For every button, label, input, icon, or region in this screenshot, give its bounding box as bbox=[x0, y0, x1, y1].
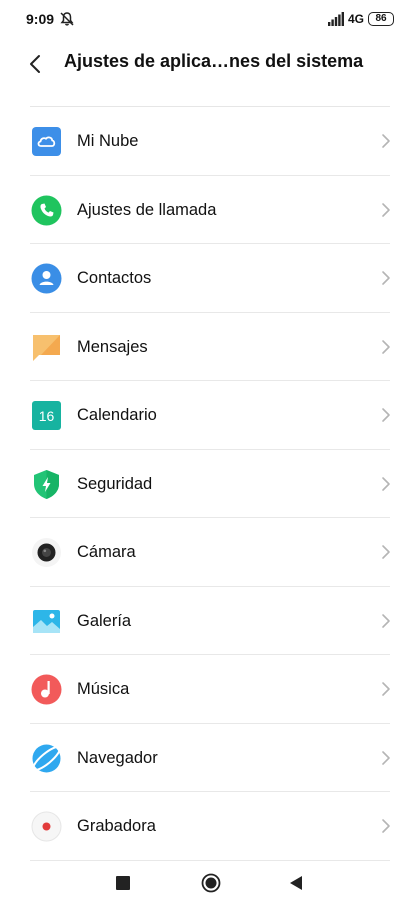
calendar-icon: 16 bbox=[32, 401, 61, 430]
gallery-icon bbox=[33, 609, 60, 633]
recent-apps-button[interactable] bbox=[116, 876, 130, 890]
status-time: 9:09 bbox=[26, 11, 55, 27]
message-icon bbox=[33, 334, 60, 361]
item-label: Mi Nube bbox=[77, 132, 139, 150]
camera-icon bbox=[32, 538, 61, 567]
signal-icon bbox=[327, 12, 344, 26]
list-item-calendar[interactable]: 16 Calendario bbox=[0, 381, 420, 450]
item-label: Mensajes bbox=[77, 337, 148, 356]
notifications-off-icon bbox=[60, 12, 74, 26]
chevron-right-icon bbox=[382, 202, 390, 217]
chevron-right-icon bbox=[382, 134, 390, 148]
music-icon bbox=[31, 674, 62, 705]
back-button[interactable] bbox=[20, 49, 50, 79]
status-indicators: 4G 86 bbox=[327, 11, 394, 27]
list-item-call-settings[interactable]: Ajustes de llamada bbox=[0, 176, 420, 245]
list-item-mi-nube[interactable]: Mi Nube bbox=[0, 107, 420, 176]
chevron-right-icon bbox=[382, 682, 390, 696]
calendar-day: 16 bbox=[39, 408, 55, 424]
navigation-bar bbox=[0, 858, 420, 910]
item-label: Seguridad bbox=[77, 474, 153, 493]
list-item-camera[interactable]: Cámara bbox=[0, 518, 420, 587]
header: Ajustes de aplica…nes del sistema bbox=[0, 40, 420, 88]
chevron-right-icon bbox=[382, 476, 390, 491]
settings-list: Mi Nube Ajustes de llamada Contactos Men… bbox=[0, 107, 420, 861]
person-icon bbox=[31, 263, 62, 294]
recorder-icon bbox=[31, 811, 62, 842]
item-label: Galería bbox=[77, 611, 132, 630]
chevron-right-icon bbox=[382, 545, 390, 559]
battery-indicator: 86 bbox=[368, 12, 394, 26]
chevron-right-icon bbox=[382, 339, 390, 354]
list-item-browser[interactable]: Navegador bbox=[0, 724, 420, 793]
nav-back-button[interactable] bbox=[288, 875, 304, 891]
item-label: Contactos bbox=[77, 269, 152, 287]
browser-icon bbox=[32, 744, 61, 772]
list-item-messages[interactable]: Mensajes bbox=[0, 313, 420, 382]
chevron-right-icon bbox=[382, 613, 390, 628]
list-item-music[interactable]: Música bbox=[0, 655, 420, 724]
list-item-gallery[interactable]: Galería bbox=[0, 587, 420, 656]
back-arrow-icon bbox=[30, 55, 40, 73]
shield-icon bbox=[34, 469, 59, 499]
item-label: Calendario bbox=[77, 406, 157, 424]
list-item-security[interactable]: Seguridad bbox=[0, 450, 420, 519]
item-label: Grabadora bbox=[77, 817, 156, 835]
chevron-right-icon bbox=[382, 750, 390, 765]
list-item-recorder[interactable]: Grabadora bbox=[0, 792, 420, 861]
status-bar: 9:09 4G 86 bbox=[0, 0, 420, 40]
item-label: Música bbox=[77, 680, 130, 698]
list-item-contacts[interactable]: Contactos bbox=[0, 244, 420, 313]
phone-icon bbox=[31, 195, 62, 225]
chevron-right-icon bbox=[382, 819, 390, 833]
cloud-icon bbox=[32, 127, 61, 156]
item-label: Navegador bbox=[77, 748, 158, 767]
chevron-right-icon bbox=[382, 408, 390, 422]
page-title: Ajustes de aplica…nes del sistema bbox=[64, 51, 364, 71]
home-button[interactable] bbox=[201, 873, 221, 893]
item-label: Cámara bbox=[77, 543, 136, 561]
chevron-right-icon bbox=[382, 271, 390, 285]
item-label: Ajustes de llamada bbox=[77, 200, 217, 219]
network-type: 4G bbox=[347, 12, 364, 26]
